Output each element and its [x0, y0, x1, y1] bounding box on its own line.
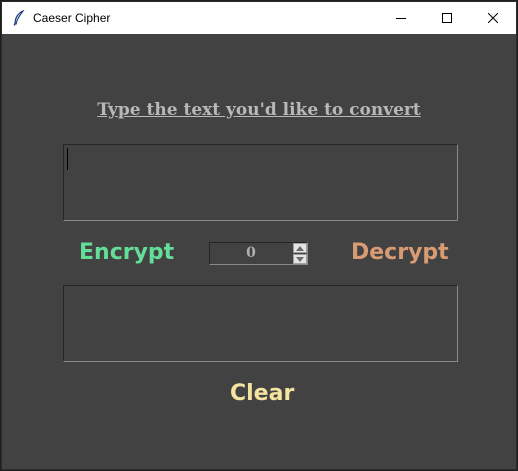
maximize-icon — [442, 13, 452, 23]
minimize-button[interactable] — [378, 2, 424, 34]
minimize-icon — [396, 13, 406, 23]
clear-button[interactable]: Clear — [230, 380, 294, 408]
spin-up-button[interactable] — [293, 243, 307, 253]
spin-down-button[interactable] — [293, 254, 307, 264]
feather-icon — [12, 9, 26, 26]
shift-value[interactable]: 0 — [210, 243, 292, 264]
shift-spinbox[interactable]: 0 — [209, 242, 308, 265]
text-cursor — [67, 148, 68, 170]
decrypt-button[interactable]: Decrypt — [351, 239, 449, 267]
close-button[interactable] — [470, 2, 516, 34]
encrypt-button[interactable]: Encrypt — [79, 239, 174, 267]
title-bar[interactable]: Caeser Cipher — [2, 2, 516, 34]
window-title: Caeser Cipher — [33, 11, 111, 25]
input-text-area[interactable] — [63, 144, 458, 221]
spin-up-arrow-icon — [296, 245, 304, 251]
prompt-label: Type the text you'd like to convert — [97, 100, 421, 120]
output-text-area[interactable] — [63, 285, 458, 362]
spin-down-arrow-icon — [296, 256, 304, 262]
maximize-button[interactable] — [424, 2, 470, 34]
close-icon — [488, 13, 498, 23]
app-window: Caeser Cipher Type the text you'd like t… — [1, 1, 517, 470]
